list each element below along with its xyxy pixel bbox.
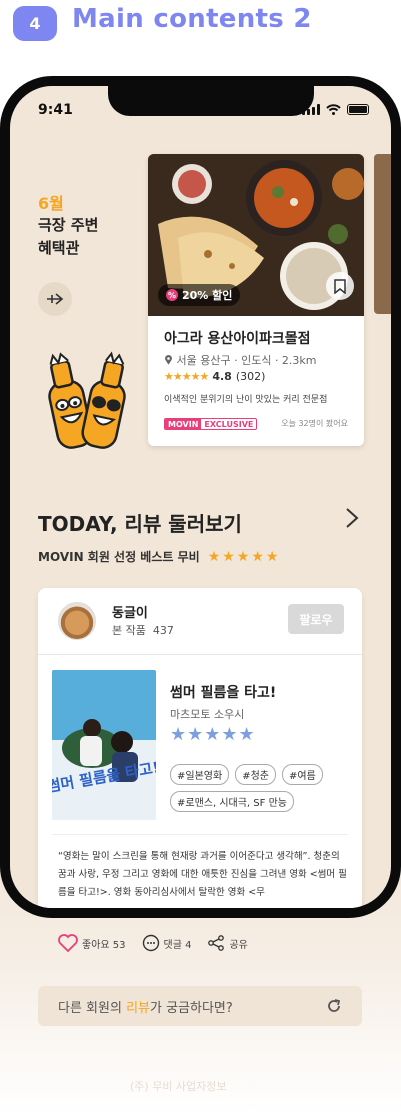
next-card-peek[interactable] xyxy=(374,154,391,314)
promo-arrow-button[interactable] xyxy=(38,282,72,316)
more-highlight: 리뷰 xyxy=(126,1000,150,1016)
refresh-icon xyxy=(328,999,341,1012)
review-card[interactable]: 동글이 본 작품 437 팔로우 썸머 필름을 타고! 썸머 필름을 타고! 마… xyxy=(38,588,362,908)
battery-icon xyxy=(347,104,369,115)
divider xyxy=(38,654,362,655)
promo-title: 극장 주변 혜택관 xyxy=(38,216,99,257)
status-icons xyxy=(302,104,369,115)
section-title: Main contents 2 xyxy=(72,4,312,34)
percent-icon: % xyxy=(166,289,178,301)
tag-chip[interactable]: #청춘 xyxy=(235,764,276,785)
tag-chip[interactable]: #로맨스, 시대극, SF 만능 xyxy=(170,791,294,812)
chevron-right-icon[interactable] xyxy=(344,506,360,536)
review-username: 동글이 xyxy=(112,606,148,621)
step-badge: 4 xyxy=(13,6,57,41)
avatar[interactable] xyxy=(58,602,96,640)
more-reviews-button[interactable]: 다른 회원의 리뷰가 궁금하다면? xyxy=(38,986,362,1026)
arrow-icon xyxy=(47,293,64,305)
review-actions: 좋아요 53 댓글 4 공유 xyxy=(58,934,248,952)
restaurant-rating: ★★★★★ 4.8 (302) xyxy=(164,370,265,383)
like-button[interactable]: 좋아요 53 xyxy=(58,934,126,952)
exclusive-tag: MOVIN EXCLUSIVE xyxy=(164,418,258,430)
like-label: 좋아요 53 xyxy=(82,939,126,951)
phone-notch xyxy=(108,86,314,116)
review-count-line: 본 작품 437 xyxy=(112,624,174,637)
more-reviews-label: 다른 회원의 리뷰가 궁금하다면? xyxy=(58,1000,233,1016)
location-pin-icon xyxy=(165,355,172,365)
share-icon xyxy=(208,935,225,951)
bookmark-button[interactable] xyxy=(326,272,354,300)
divider xyxy=(52,834,348,835)
wifi-icon xyxy=(326,104,341,115)
rating-stars: ★★★★★ xyxy=(164,370,209,383)
restaurant-location: 서울 용산구 · 인도식 · 2.3km xyxy=(164,352,317,368)
discount-badge: % 20% 할인 xyxy=(158,284,241,306)
tag-chip[interactable]: #일본영화 xyxy=(170,764,230,785)
follow-button[interactable]: 팔로우 xyxy=(288,604,344,634)
bookmark-icon xyxy=(334,278,346,294)
restaurant-card[interactable]: % 20% 할인 아그라 용산아이파크몰점 서울 용산구 · 인도식 · 2.3… xyxy=(148,154,364,446)
today-title: TODAY, 리뷰 둘러보기 xyxy=(38,512,242,536)
mascot-illustration xyxy=(48,351,126,449)
footer-faded-text: (주) 무비 사업자정보 xyxy=(130,1080,227,1093)
signal-icon xyxy=(302,104,320,115)
tag-chips: #일본영화 #청춘 #여름 #로맨스, 시대극, SF 만능 xyxy=(170,764,350,812)
movie-poster[interactable]: 썸머 필름을 타고! xyxy=(52,670,156,820)
promo-month: 6월 xyxy=(38,194,64,213)
comment-icon xyxy=(142,934,159,952)
share-label: 공유 xyxy=(229,939,248,951)
review-quote: “영화는 말이 스크린을 통해 현재랑 과거를 이어준다고 생각해”. 청춘의 … xyxy=(58,851,347,898)
subtitle-stars: ★★★★★ xyxy=(207,548,281,565)
views-count: 오늘 32명이 봤어요 xyxy=(281,419,348,428)
comment-button[interactable]: 댓글 4 xyxy=(142,934,192,952)
restaurant-name: 아그라 용산아이파크몰점 xyxy=(164,331,311,347)
share-button[interactable]: 공유 xyxy=(207,934,248,952)
review-count: (302) xyxy=(235,370,266,383)
status-time: 9:41 xyxy=(38,102,73,118)
movie-author: 마츠모토 소우시 xyxy=(170,708,245,721)
movie-stars: ★★★★★ xyxy=(170,724,256,745)
phone-frame: 9:41 6월 극장 주변 혜택관 % 20% 할인 아그라 용산아이파크몰점 … xyxy=(0,76,401,918)
restaurant-description: 이색적인 분위기의 난이 맛있는 커리 전문점 xyxy=(164,395,328,405)
heart-icon xyxy=(58,934,78,952)
rating-value: 4.8 xyxy=(212,370,232,383)
movie-title: 썸머 필름을 타고! xyxy=(170,685,277,701)
stage: 4 Main contents 2 좋아요 53 댓글 4 공유 다른 회원의 … xyxy=(0,0,401,1114)
tag-chip[interactable]: #여름 xyxy=(281,764,323,785)
comment-label: 댓글 4 xyxy=(163,939,192,951)
today-subtitle: MOVIN 회원 선정 베스트 무비 ★★★★★ xyxy=(38,548,281,565)
